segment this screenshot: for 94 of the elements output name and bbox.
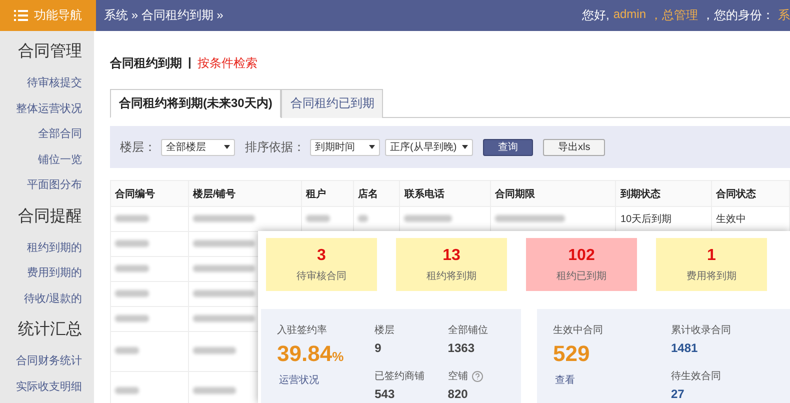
stat-label: 租约已到期	[556, 270, 606, 282]
stat-label: 已签约商铺	[374, 370, 425, 383]
query-button[interactable]: 查询	[483, 138, 533, 156]
title-separator: |	[188, 55, 192, 71]
blurred-text	[306, 214, 330, 222]
page-title: 合同租约到期	[110, 55, 182, 72]
blurred-text	[115, 240, 149, 246]
operation-status-link[interactable]: 运营状况	[279, 373, 375, 387]
stat-value: 3	[317, 246, 326, 264]
tab[interactable]: 合同租约将到期(未来30天内)	[110, 89, 282, 118]
search-link[interactable]: 按条件检索	[197, 55, 258, 72]
sidebar-item[interactable]: 铺位一览	[38, 146, 82, 172]
user-name: admin	[613, 7, 646, 23]
blurred-text	[115, 347, 139, 354]
blurred-text	[192, 264, 255, 272]
column-header: 合同编号	[110, 180, 188, 206]
blurred-text	[115, 214, 149, 222]
sidebar-item[interactable]: 租约到期的	[27, 234, 82, 260]
stat-label: 空铺	[448, 370, 468, 383]
stat-value: 820	[448, 387, 469, 401]
order-select[interactable]: 正序(从早到晚)	[385, 138, 473, 156]
tab[interactable]: 合同租约已到期	[281, 89, 384, 118]
column-header: 到期状态	[616, 180, 712, 206]
user-role: ，总管理	[650, 7, 698, 24]
column-header: 合同期限	[490, 180, 616, 206]
sidebar-item[interactable]: 整体运营状况	[16, 96, 82, 121]
stat-value: 1	[707, 246, 716, 264]
stat-label: 费用将到期	[686, 270, 736, 282]
blurred-text	[192, 290, 255, 296]
column-header: 联系电话	[400, 180, 490, 206]
stat-value: 13	[442, 246, 460, 264]
stat-label: 全部铺位	[448, 324, 488, 337]
stat-value: 543	[374, 387, 396, 401]
blurred-text	[358, 214, 368, 222]
sidebar-heading: 合同提醒	[18, 206, 82, 226]
column-header: 楼层/铺号	[188, 180, 302, 206]
occupancy-rate: 39.84%	[277, 341, 345, 367]
stat-label: 待审核合同	[296, 270, 346, 282]
table-cell: 10天后到期	[620, 214, 672, 225]
blurred-text	[192, 347, 236, 354]
floor-select[interactable]: 全部楼层	[161, 138, 235, 156]
identity-label: ，您的身份：	[702, 7, 774, 24]
blurred-text	[115, 387, 139, 394]
sidebar-item[interactable]: 实际收支明细	[16, 374, 82, 399]
sidebar-item[interactable]: 合同财务统计	[16, 348, 82, 374]
sidebar-item[interactable]: 费用到期的	[27, 260, 82, 286]
stat-label: 租约将到期	[426, 270, 476, 282]
column-header: 店名	[354, 180, 400, 206]
stat-label: 待生效合同	[671, 370, 722, 383]
sidebar-item[interactable]: 待收/退款的	[24, 286, 82, 311]
sidebar-heading: 统计汇总	[18, 320, 82, 340]
sidebar-item[interactable]: 平面图分布	[27, 172, 82, 198]
stat-card[interactable]: 102 租约已到期	[526, 238, 637, 291]
help-icon[interactable]	[472, 370, 483, 382]
stat-value: 1363	[448, 341, 476, 355]
dropdown-caret-icon	[462, 145, 468, 149]
blurred-text	[192, 240, 255, 246]
dropdown-caret-icon	[224, 145, 230, 149]
dropdown-caret-icon	[369, 145, 375, 149]
sort-label: 排序依据：	[245, 138, 305, 156]
blurred-text	[192, 314, 255, 322]
view-link[interactable]: 查看	[555, 373, 671, 387]
stat-label: 入驻签约率	[277, 324, 328, 337]
blurred-text	[192, 387, 236, 394]
sidebar-item[interactable]: 全部合同	[38, 121, 82, 146]
stat-value: 27	[671, 387, 686, 401]
stat-label: 楼层	[374, 324, 395, 337]
floor-label: 楼层：	[120, 138, 156, 156]
stat-value: 9	[374, 341, 382, 355]
greeting-text: 您好,	[582, 7, 610, 24]
stat-value: 102	[568, 246, 595, 264]
identity-value: 系	[778, 7, 790, 24]
stat-card[interactable]: 3 待审核合同	[266, 238, 377, 291]
table-cell: 生效中	[716, 214, 746, 225]
stat-label: 生效中合同	[553, 324, 604, 337]
export-button[interactable]: 导出xls	[543, 138, 606, 156]
stat-card[interactable]: 13 租约将到期	[396, 238, 507, 291]
stat-card[interactable]: 1 费用将到期	[656, 238, 767, 291]
sidebar-item[interactable]: 待审核提交	[27, 70, 82, 96]
stat-value: 1481	[671, 341, 699, 355]
blurred-text	[494, 214, 565, 222]
blurred-text	[115, 264, 149, 272]
list-menu-icon	[14, 10, 28, 21]
stat-label: 累计收录合同	[671, 324, 732, 337]
blurred-text	[404, 214, 452, 222]
blurred-text	[192, 214, 255, 222]
blurred-text	[115, 290, 149, 296]
column-header: 租户	[301, 180, 354, 206]
column-header: 合同状态	[712, 180, 790, 206]
sidebar-heading: 合同管理	[18, 42, 82, 62]
breadcrumb: 系统 » 合同租约到期 »	[104, 7, 224, 24]
sort-select[interactable]: 到期时间	[310, 138, 380, 156]
blurred-text	[115, 314, 149, 322]
active-contracts-count: 529	[553, 341, 591, 367]
